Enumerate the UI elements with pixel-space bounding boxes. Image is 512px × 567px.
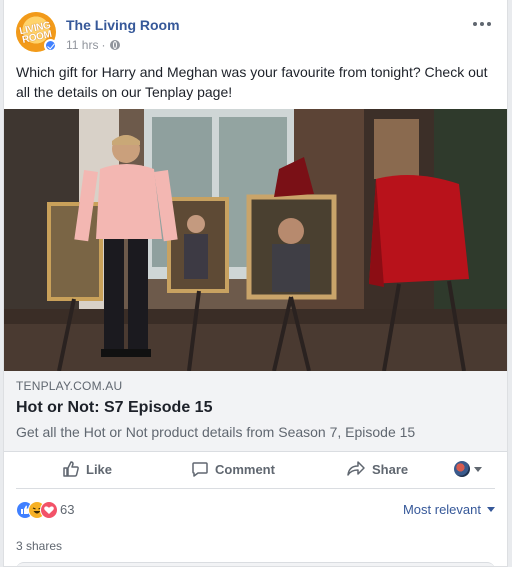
chevron-down-icon [474,467,482,472]
more-options-icon[interactable] [473,17,493,31]
reactions-summary: 63 Most relevant [16,495,495,523]
like-icon [63,461,79,477]
post-actions-bar: Like Comment Share [16,451,495,489]
share-as-selector[interactable] [454,459,486,479]
globe-icon[interactable] [110,40,121,50]
comment-button[interactable]: Comment [191,451,275,487]
page-name-link[interactable]: The Living Room [66,17,180,33]
share-label: Share [372,461,409,477]
chevron-down-icon [487,507,495,512]
verified-badge-icon [44,39,57,52]
link-preview[interactable]: TENPLAY.COM.AU Hot or Not: S7 Episode 15… [4,371,507,452]
post-card: LIVING ROOM The Living Room 11 hrs · Whi… [3,0,508,567]
link-description: Get all the Hot or Not product details f… [16,424,416,440]
love-reaction-icon[interactable] [40,501,58,519]
meta-separator: · [101,38,106,52]
link-domain: TENPLAY.COM.AU [16,379,123,393]
share-button[interactable]: Share [346,451,408,487]
user-avatar [454,461,470,477]
comment-label: Comment [215,461,275,477]
post-header: LIVING ROOM The Living Room 11 hrs · [16,12,495,52]
like-button[interactable]: Like [62,451,112,487]
sort-label: Most relevant [402,502,481,517]
post-photo-illustration [4,109,507,371]
post-timestamp[interactable]: 11 hrs [66,38,98,52]
comment-box-edge [16,562,495,566]
share-icon [347,461,365,476]
comment-sort-dropdown[interactable]: Most relevant [403,502,495,517]
post-meta: 11 hrs · [66,38,121,52]
comment-icon [192,462,208,477]
post-caption: Which gift for Harry and Meghan was your… [16,64,488,100]
post-image[interactable] [4,109,507,371]
like-label: Like [86,461,113,477]
reaction-count[interactable]: 63 [60,502,74,517]
shares-count[interactable]: 3 shares [16,539,62,553]
link-title[interactable]: Hot or Not: S7 Episode 15 [16,399,212,417]
